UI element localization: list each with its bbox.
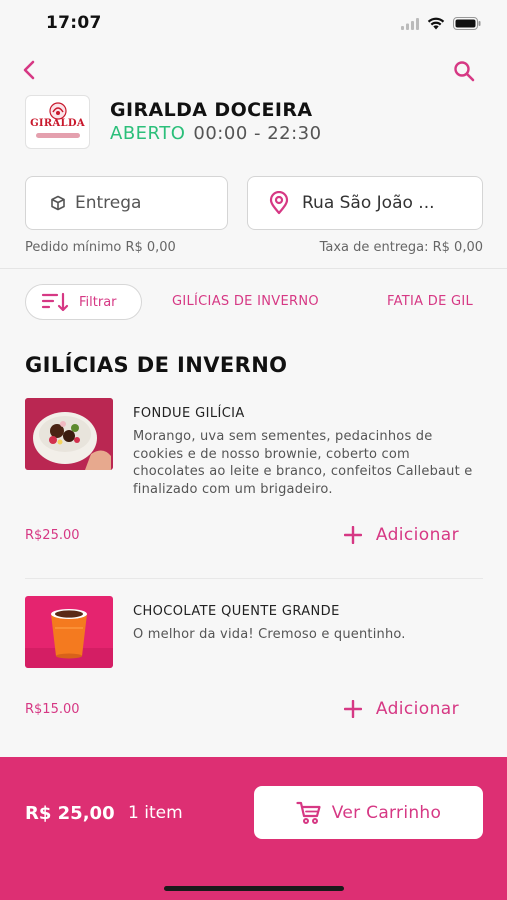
- filter-label: Filtrar: [79, 294, 117, 310]
- status-icons: [401, 15, 481, 34]
- nav-bar: [0, 52, 507, 88]
- section-title: GILÍCIAS DE INVERNO: [25, 353, 288, 377]
- back-button[interactable]: [14, 54, 44, 86]
- plus-icon: [343, 700, 362, 718]
- product-image: [25, 398, 113, 470]
- store-logo: GIRALDA: [25, 95, 90, 149]
- shopping-cart-icon: [296, 801, 321, 824]
- home-indicator: [164, 886, 344, 891]
- product-image: [25, 596, 113, 668]
- delivery-mode-label: Entrega: [75, 193, 142, 213]
- category-bar: Filtrar GILÍCIAS DE INVERNO FATIA DE GIL: [0, 284, 507, 320]
- product-description: Morango, uva sem sementes, pedacinhos de…: [133, 429, 473, 497]
- product-price: R$25.00: [25, 528, 80, 543]
- view-cart-label: Ver Carrinho: [331, 802, 442, 823]
- product-item[interactable]: CHOCOLATE QUENTE GRANDE O melhor da vida…: [25, 596, 483, 726]
- signal-icon: [401, 15, 419, 34]
- info-row: Pedido mínimo R$ 0,00 Taxa de entrega: R…: [25, 240, 483, 258]
- minimum-order: Pedido mínimo R$ 0,00: [25, 240, 176, 255]
- divider: [25, 578, 483, 579]
- add-to-cart-button[interactable]: Adicionar: [343, 699, 459, 719]
- chevron-left-icon: [23, 60, 35, 80]
- address-label: Rua São João ...: [302, 193, 435, 213]
- address-selector[interactable]: Rua São João ...: [247, 176, 483, 230]
- divider: [0, 268, 507, 269]
- category-tab-fatia-de-gil[interactable]: FATIA DE GIL: [387, 294, 473, 309]
- store-header: GIRALDA GIRALDA DOCEIRA ABERTO 00:00 - 22…: [25, 95, 485, 151]
- add-button-label: Adicionar: [375, 525, 459, 545]
- plus-icon: [343, 526, 362, 544]
- view-cart-button[interactable]: Ver Carrinho: [254, 786, 483, 839]
- add-to-cart-button[interactable]: Adicionar: [343, 525, 459, 545]
- product-item[interactable]: FONDUE GILÍCIA Morango, uva sem sementes…: [25, 398, 483, 558]
- product-description: O melhor da vida! Cremoso e quentinho.: [133, 627, 406, 642]
- store-status-row: ABERTO 00:00 - 22:30: [110, 123, 322, 144]
- sort-filter-icon: [41, 292, 69, 312]
- selector-row: Entrega Rua São João ...: [25, 176, 483, 230]
- status-bar: 17:07: [0, 0, 507, 46]
- battery-icon: [453, 15, 481, 34]
- search-button[interactable]: [449, 56, 479, 86]
- cart-item-count: 1 item: [128, 803, 183, 823]
- wifi-icon: [427, 15, 445, 34]
- status-time: 17:07: [46, 13, 102, 33]
- location-pin-icon: [269, 191, 289, 215]
- store-hours: 00:00 - 22:30: [193, 123, 322, 144]
- category-tab-gilicias-de-inverno[interactable]: GILÍCIAS DE INVERNO: [172, 294, 319, 309]
- product-price: R$15.00: [25, 702, 80, 717]
- store-logo-text: GIRALDA: [30, 118, 85, 129]
- add-button-label: Adicionar: [375, 699, 459, 719]
- store-open-status: ABERTO: [110, 123, 186, 144]
- delivery-mode-selector[interactable]: Entrega: [25, 176, 228, 230]
- search-icon: [454, 61, 475, 82]
- filter-button[interactable]: Filtrar: [25, 284, 142, 320]
- store-name: GIRALDA DOCEIRA: [110, 99, 313, 121]
- cart-total: R$ 25,00: [25, 803, 115, 824]
- box-icon: [51, 195, 65, 211]
- product-name: CHOCOLATE QUENTE GRANDE: [133, 604, 340, 619]
- product-name: FONDUE GILÍCIA: [133, 406, 245, 421]
- cart-bar: R$ 25,00 1 item Ver Carrinho: [0, 757, 507, 900]
- delivery-fee: Taxa de entrega: R$ 0,00: [319, 240, 483, 255]
